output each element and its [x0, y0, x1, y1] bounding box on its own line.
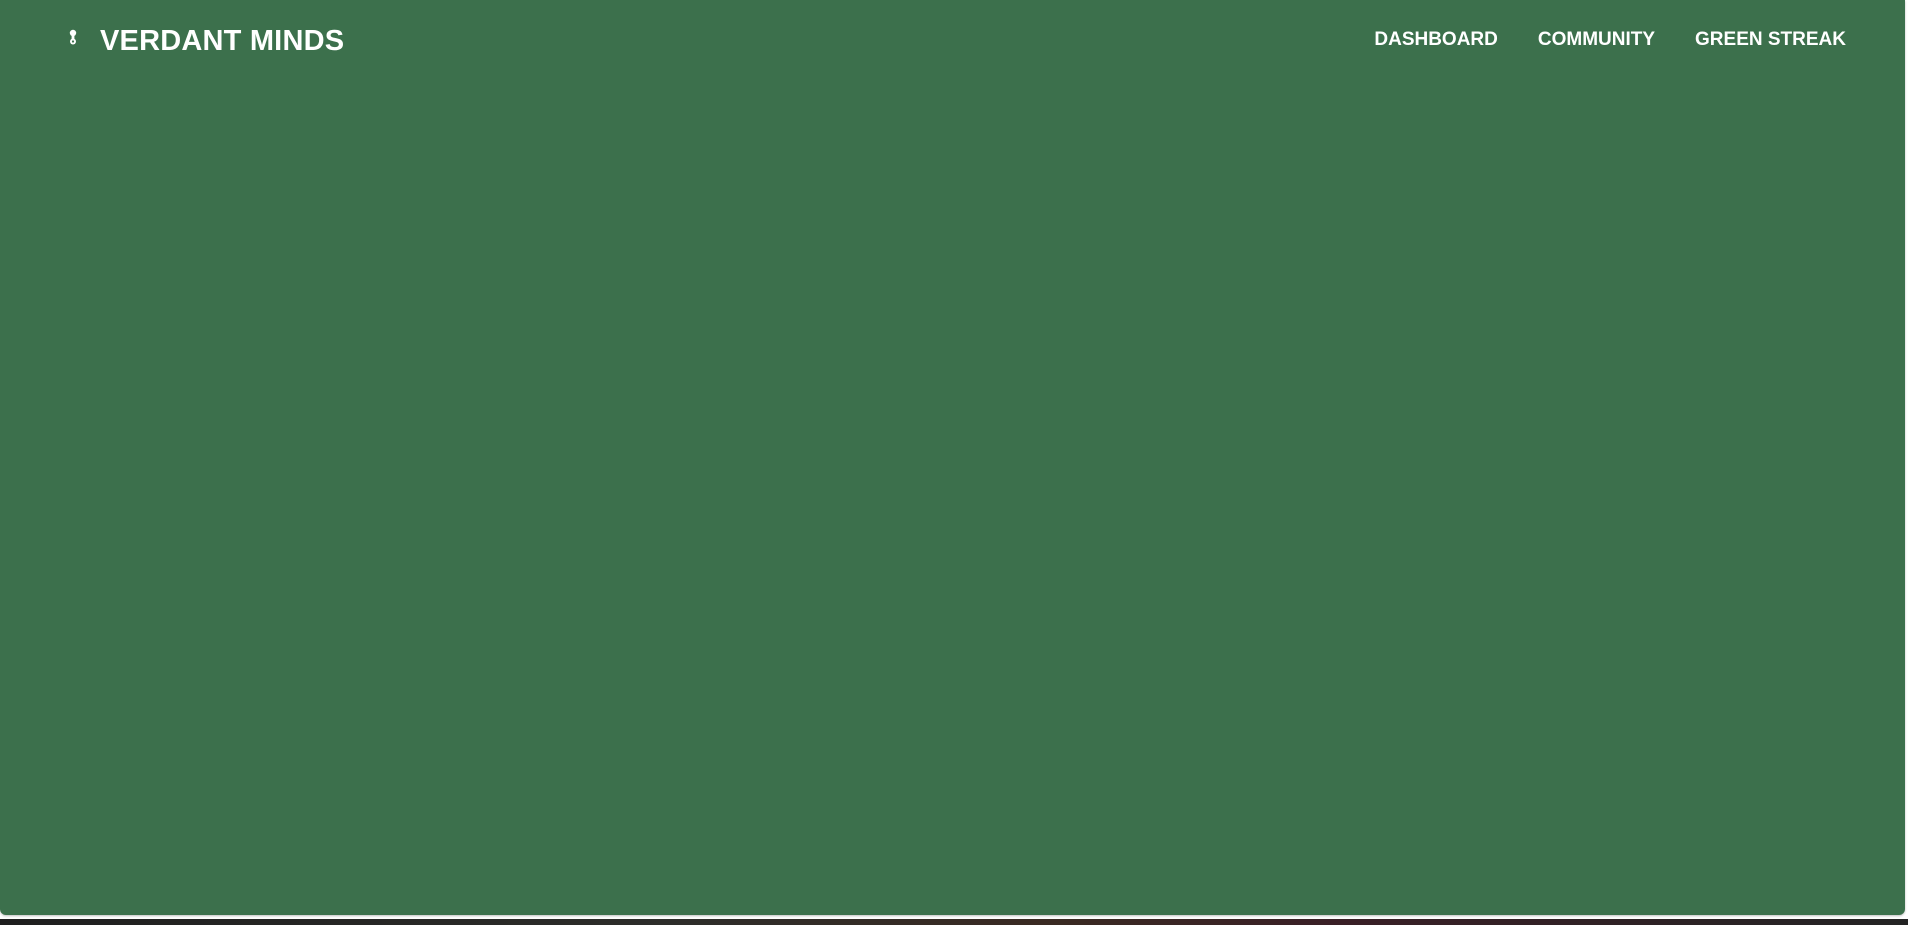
page: VERDANT MINDS DASHBOARD COMMUNITY GREEN … — [0, 0, 1908, 925]
underlying-window-strip — [0, 919, 1908, 925]
leaf-logo-icon — [66, 29, 80, 53]
nav-dashboard-link[interactable]: DASHBOARD — [1374, 28, 1498, 52]
top-navbar: VERDANT MINDS DASHBOARD COMMUNITY GREEN … — [0, 0, 1905, 80]
nav-community-link[interactable]: COMMUNITY — [1538, 28, 1655, 52]
brand-title: VERDANT MINDS — [100, 25, 345, 57]
brand-link[interactable]: VERDANT MINDS — [66, 24, 344, 58]
app-panel: VERDANT MINDS DASHBOARD COMMUNITY GREEN … — [0, 0, 1905, 915]
nav-green-streak-link[interactable]: GREEN STREAK — [1695, 28, 1846, 52]
main-nav: DASHBOARD COMMUNITY GREEN STREAK — [1374, 28, 1846, 52]
